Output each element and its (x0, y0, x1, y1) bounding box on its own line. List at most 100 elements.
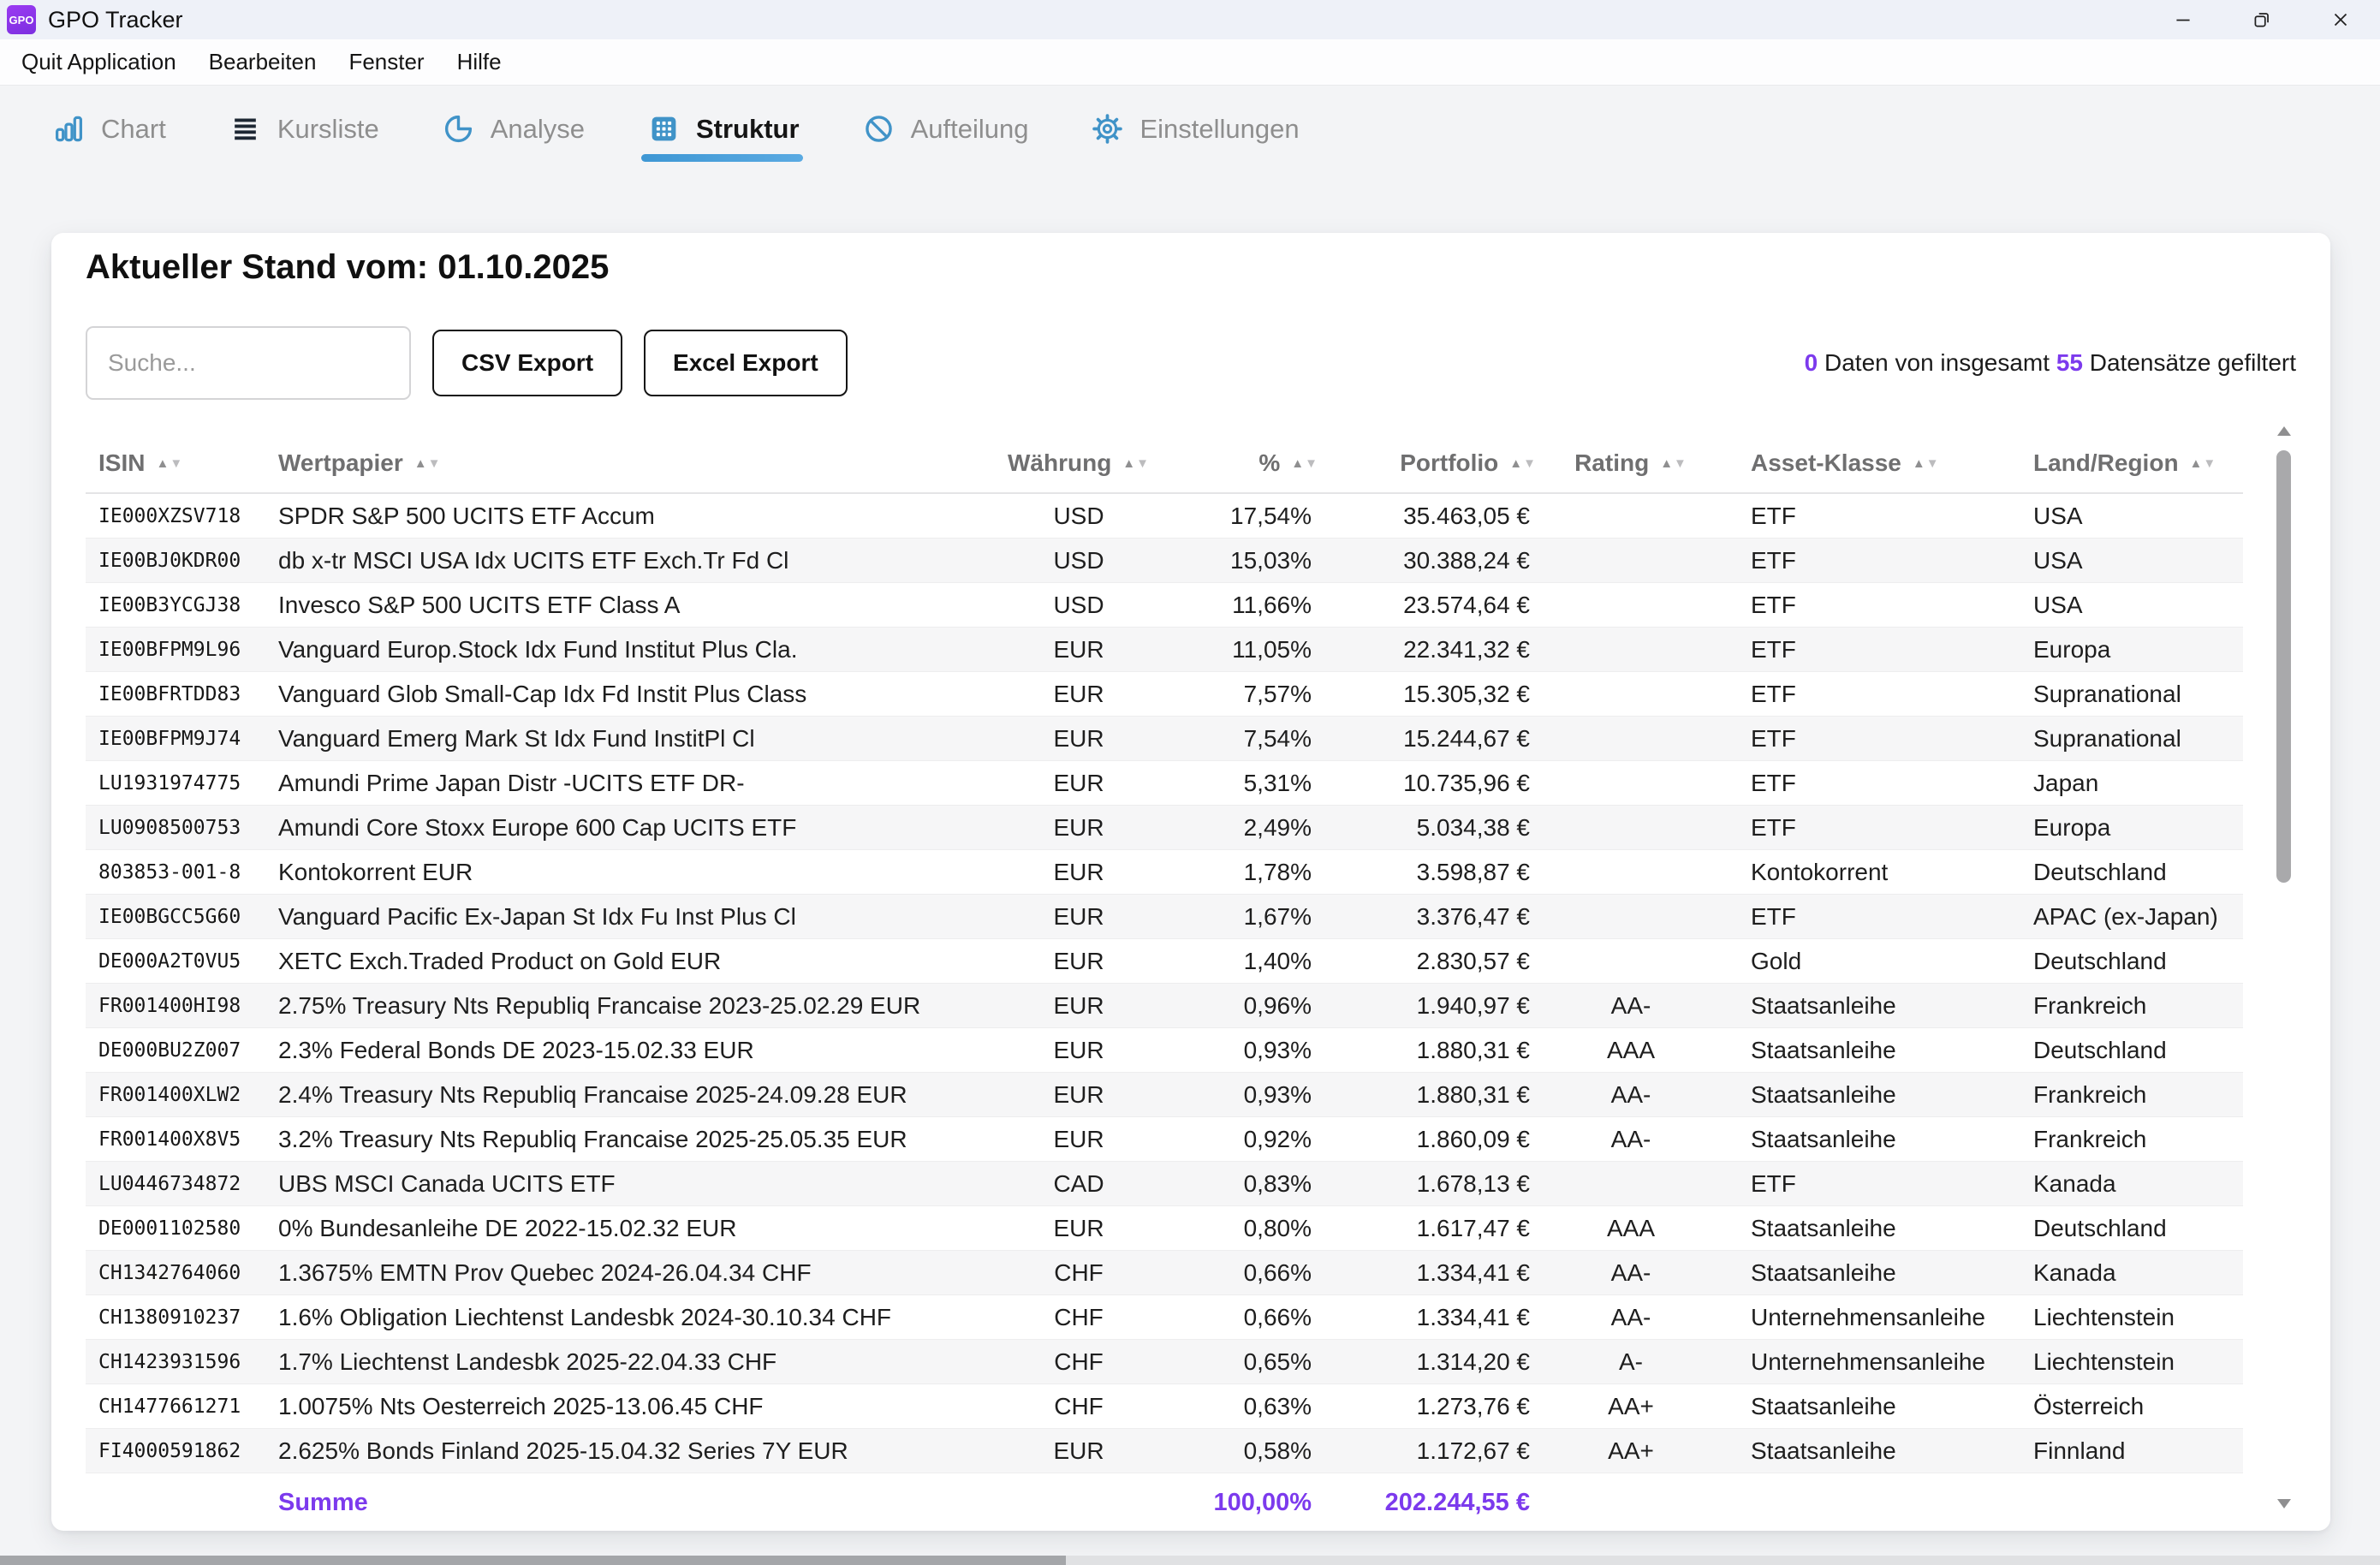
cell-pct: 1,67% (1207, 903, 1318, 931)
cell-rat: AA- (1537, 992, 1725, 1020)
table-row[interactable]: DE000BU2Z0072.3% Federal Bonds DE 2023-1… (86, 1028, 2243, 1073)
column-header-rating[interactable]: Rating▲▼ (1537, 449, 1725, 477)
tab-einstellungen[interactable]: Einstellungen (1092, 113, 1299, 162)
table-row[interactable]: CH14776612711.0075% Nts Oesterreich 2025… (86, 1384, 2243, 1429)
cell-isin: IE00BGCC5G60 (86, 906, 265, 928)
cell-reg: Europa (2008, 814, 2243, 842)
horizontal-scrollbar-thumb[interactable] (0, 1556, 1066, 1565)
cell-name: 2.4% Treasury Nts Republiq Francaise 202… (265, 1081, 950, 1109)
tab-struktur[interactable]: Struktur (648, 113, 800, 162)
csv-export-button[interactable]: CSV Export (432, 330, 622, 396)
column-header-[interactable]: %▲▼ (1207, 449, 1318, 477)
table-row[interactable]: FI40005918622.625% Bonds Finland 2025-15… (86, 1429, 2243, 1473)
cell-reg: USA (2008, 547, 2243, 574)
cell-port: 1.880,31 € (1318, 1081, 1537, 1109)
column-header-portfolio[interactable]: Portfolio▲▼ (1318, 449, 1537, 477)
cell-asset: Staatsanleihe (1725, 1081, 2008, 1109)
cell-reg: USA (2008, 503, 2243, 530)
table-row[interactable]: DE00011025800% Bundesanleihe DE 2022-15.… (86, 1206, 2243, 1251)
cell-name: Vanguard Emerg Mark St Idx Fund InstitPl… (265, 725, 950, 753)
tab-chart[interactable]: Chart (53, 113, 166, 162)
table-row[interactable]: CH13427640601.3675% EMTN Prov Quebec 202… (86, 1251, 2243, 1295)
cell-pct: 0,92% (1207, 1126, 1318, 1153)
table-row[interactable]: IE000XZSV718SPDR S&P 500 UCITS ETF Accum… (86, 494, 2243, 539)
column-label: Asset-Klasse (1751, 449, 1901, 477)
cell-cur: EUR (950, 681, 1207, 708)
menu-item-fenster[interactable]: Fenster (332, 49, 440, 75)
cell-asset: ETF (1725, 547, 2008, 574)
column-header-asset-klasse[interactable]: Asset-Klasse▲▼ (1725, 449, 2008, 477)
menu-item-quit-application[interactable]: Quit Application (5, 49, 193, 75)
tab-aufteilung[interactable]: Aufteilung (863, 113, 1029, 162)
table-row[interactable]: LU0446734872UBS MSCI Canada UCITS ETFCAD… (86, 1162, 2243, 1206)
table-row[interactable]: FR001400X8V53.2% Treasury Nts Republiq F… (86, 1117, 2243, 1162)
cell-isin: FI4000591862 (86, 1440, 265, 1462)
cell-cur: EUR (950, 859, 1207, 886)
column-header-isin[interactable]: ISIN▲▼ (86, 449, 265, 477)
table-row[interactable]: LU0908500753Amundi Core Stoxx Europe 600… (86, 806, 2243, 850)
minimize-icon (2172, 9, 2194, 31)
scroll-up-icon[interactable] (2277, 426, 2291, 436)
cell-reg: Europa (2008, 636, 2243, 663)
maximize-button[interactable] (2222, 0, 2301, 39)
table-row[interactable]: LU1931974775Amundi Prime Japan Distr -UC… (86, 761, 2243, 806)
table-row[interactable]: FR001400HI982.75% Treasury Nts Republiq … (86, 984, 2243, 1028)
cell-isin: DE000A2T0VU5 (86, 950, 265, 973)
table-row[interactable]: IE00BFPM9J74Vanguard Emerg Mark St Idx F… (86, 717, 2243, 761)
close-button[interactable] (2301, 0, 2380, 39)
cell-asset: ETF (1725, 592, 2008, 619)
cell-rat: AA+ (1537, 1393, 1725, 1420)
sort-icons: ▲▼ (1509, 456, 1537, 471)
cell-name: SPDR S&P 500 UCITS ETF Accum (265, 503, 950, 530)
cell-port: 3.376,47 € (1318, 903, 1537, 931)
cell-name: UBS MSCI Canada UCITS ETF (265, 1170, 950, 1198)
cell-cur: EUR (950, 770, 1207, 797)
column-label: ISIN (98, 449, 145, 477)
menu-item-hilfe[interactable]: Hilfe (441, 49, 518, 75)
table-row[interactable]: 803853-001-8Kontokorrent EUREUR1,78%3.59… (86, 850, 2243, 895)
cell-asset: Unternehmensanleihe (1725, 1348, 2008, 1376)
cell-port: 1.334,41 € (1318, 1304, 1537, 1331)
cell-reg: Deutschland (2008, 1215, 2243, 1242)
cell-port: 1.273,76 € (1318, 1393, 1537, 1420)
cell-name: db x-tr MSCI USA Idx UCITS ETF Exch.Tr F… (265, 547, 950, 574)
table-row[interactable]: IE00BJ0KDR00db x-tr MSCI USA Idx UCITS E… (86, 539, 2243, 583)
cell-reg: Liechtenstein (2008, 1348, 2243, 1376)
table-row[interactable]: IE00BFRTDD83Vanguard Glob Small-Cap Idx … (86, 672, 2243, 717)
table-row[interactable]: IE00BFPM9L96Vanguard Europ.Stock Idx Fun… (86, 628, 2243, 672)
table-row[interactable]: FR001400XLW22.4% Treasury Nts Republiq F… (86, 1073, 2243, 1117)
table-row[interactable]: CH13809102371.6% Obligation Liechtenst L… (86, 1295, 2243, 1340)
menu-bar: Quit ApplicationBearbeitenFensterHilfe (0, 39, 2380, 86)
cell-isin: IE00BFRTDD83 (86, 683, 265, 705)
tab-kursliste[interactable]: Kursliste (229, 113, 379, 162)
cell-cur: USD (950, 592, 1207, 619)
search-input[interactable] (86, 326, 411, 400)
column-header-w-hrung[interactable]: Währung▲▼ (950, 449, 1207, 477)
column-header-land-region[interactable]: Land/Region▲▼ (2008, 449, 2243, 477)
scroll-down-icon[interactable] (2277, 1499, 2291, 1508)
tab-analyse[interactable]: Analyse (443, 113, 585, 162)
cell-reg: Liechtenstein (2008, 1304, 2243, 1331)
content-area: Chart Kursliste Analyse Struktur Aufteilung E… (0, 86, 2380, 1565)
menu-item-bearbeiten[interactable]: Bearbeiten (193, 49, 333, 75)
cell-asset: Unternehmensanleihe (1725, 1304, 2008, 1331)
table-row[interactable]: IE00B3YCGJ38Invesco S&P 500 UCITS ETF Cl… (86, 583, 2243, 628)
cell-port: 15.305,32 € (1318, 681, 1537, 708)
cell-isin: IE000XZSV718 (86, 505, 265, 527)
table-row[interactable]: DE000A2T0VU5XETC Exch.Traded Product on … (86, 939, 2243, 984)
cell-cur: CHF (950, 1393, 1207, 1420)
cell-cur: EUR (950, 814, 1207, 842)
table-row[interactable]: IE00BGCC5G60Vanguard Pacific Ex-Japan St… (86, 895, 2243, 939)
scrollbar-thumb[interactable] (2276, 450, 2291, 883)
cell-pct: 7,57% (1207, 681, 1318, 708)
cell-reg: Deutschland (2008, 948, 2243, 975)
minimize-button[interactable] (2144, 0, 2222, 39)
cell-name: Vanguard Europ.Stock Idx Fund Institut P… (265, 636, 950, 663)
table-row[interactable]: CH14239315961.7% Liechtenst Landesbk 202… (86, 1340, 2243, 1384)
sum-label: Summe (265, 1489, 950, 1517)
cell-pct: 1,40% (1207, 948, 1318, 975)
column-header-wertpapier[interactable]: Wertpapier▲▼ (265, 449, 950, 477)
excel-export-button[interactable]: Excel Export (644, 330, 848, 396)
cell-reg: Kanada (2008, 1170, 2243, 1198)
cell-cur: EUR (950, 903, 1207, 931)
